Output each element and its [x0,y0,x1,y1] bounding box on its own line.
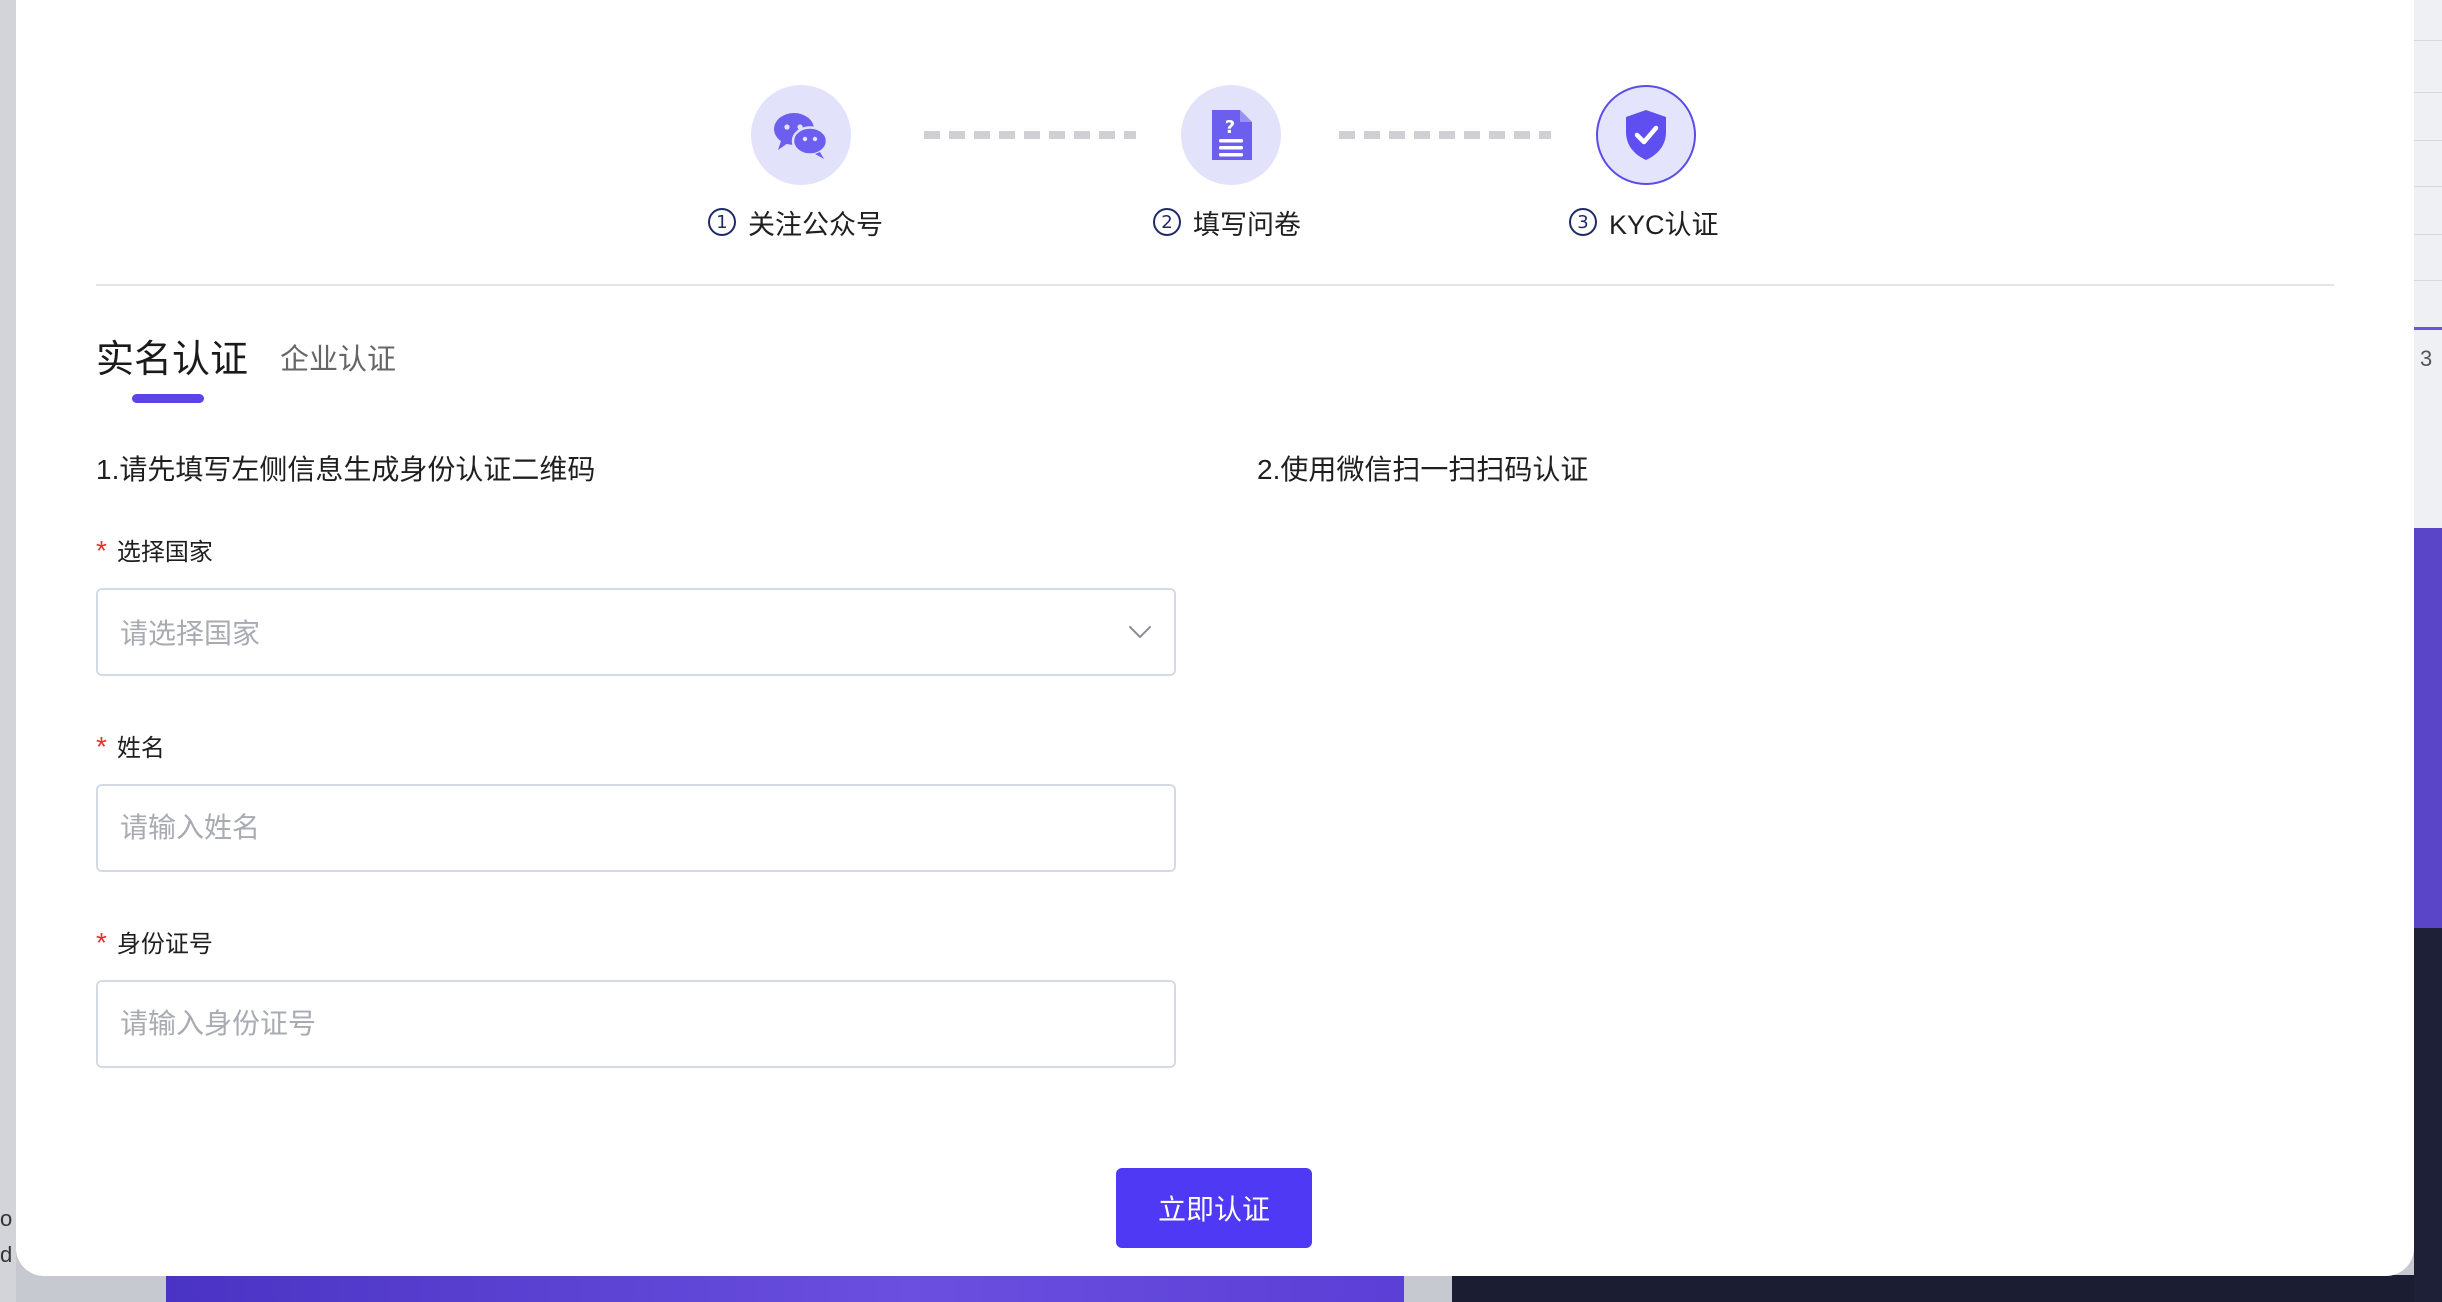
background-text: d [0,1242,13,1267]
country-select[interactable]: 请选择国家 [96,588,1176,676]
step-number: 2 [1153,208,1181,236]
background-banner [2414,528,2442,928]
background-text: o [0,1206,13,1231]
id-number-input[interactable] [96,980,1176,1068]
step-title: KYC认证 [1609,209,1719,240]
step-3-circle [1596,85,1696,185]
step-connector [924,131,1136,139]
shield-check-icon [1626,110,1666,160]
tab-real-name-verification[interactable]: 实名认证 [96,328,248,383]
step-2-label: 2 填写问卷 [1153,202,1301,242]
chevron-down-icon [1129,626,1151,638]
name-label: * 姓名 [96,728,165,763]
step-number: 1 [708,208,736,236]
left-section-title: 1.请先填写左侧信息生成身份认证二维码 [96,454,596,485]
background-panel [1452,1275,2414,1302]
step-title: 关注公众号 [748,209,883,240]
country-label-text: 选择国家 [116,539,213,566]
background-number: 3 [2420,346,2433,371]
country-select-placeholder: 请选择国家 [120,618,261,649]
name-label-text: 姓名 [116,735,165,762]
background-left-strip [0,0,16,1302]
wechat-icon [774,113,829,159]
required-mark: * [96,731,107,762]
step-2-circle: ? [1181,85,1281,185]
tab-enterprise-verification[interactable]: 企业认证 [280,336,396,378]
step-connector [1339,131,1551,139]
background-banner [166,1275,1404,1302]
step-1-label: 1 关注公众号 [708,202,883,242]
name-input[interactable] [96,784,1176,872]
step-number: 3 [1569,208,1597,236]
id-number-label: * 身份证号 [96,924,213,959]
background-panel [2414,928,2442,1302]
background-accent-line [2414,327,2442,330]
divider [96,284,2334,286]
right-section-title: 2.使用微信扫一扫扫码认证 [1257,454,1589,485]
questionnaire-icon: ? [1212,110,1252,160]
step-1-circle [751,85,851,185]
required-mark: * [96,927,107,958]
tab-active-indicator [132,394,204,403]
step-title: 填写问卷 [1193,209,1301,240]
step-3-label: 3 KYC认证 [1569,202,1719,242]
svg-text:?: ? [1225,117,1235,138]
kyc-modal: 1 关注公众号 ? 2 填写问卷 3 KYC认证 实名认证 企业认证 1.请先填… [16,0,2414,1276]
id-number-label-text: 身份证号 [116,931,213,958]
country-label: * 选择国家 [96,532,213,567]
required-mark: * [96,535,107,566]
verify-now-button[interactable]: 立即认证 [1116,1168,1312,1248]
